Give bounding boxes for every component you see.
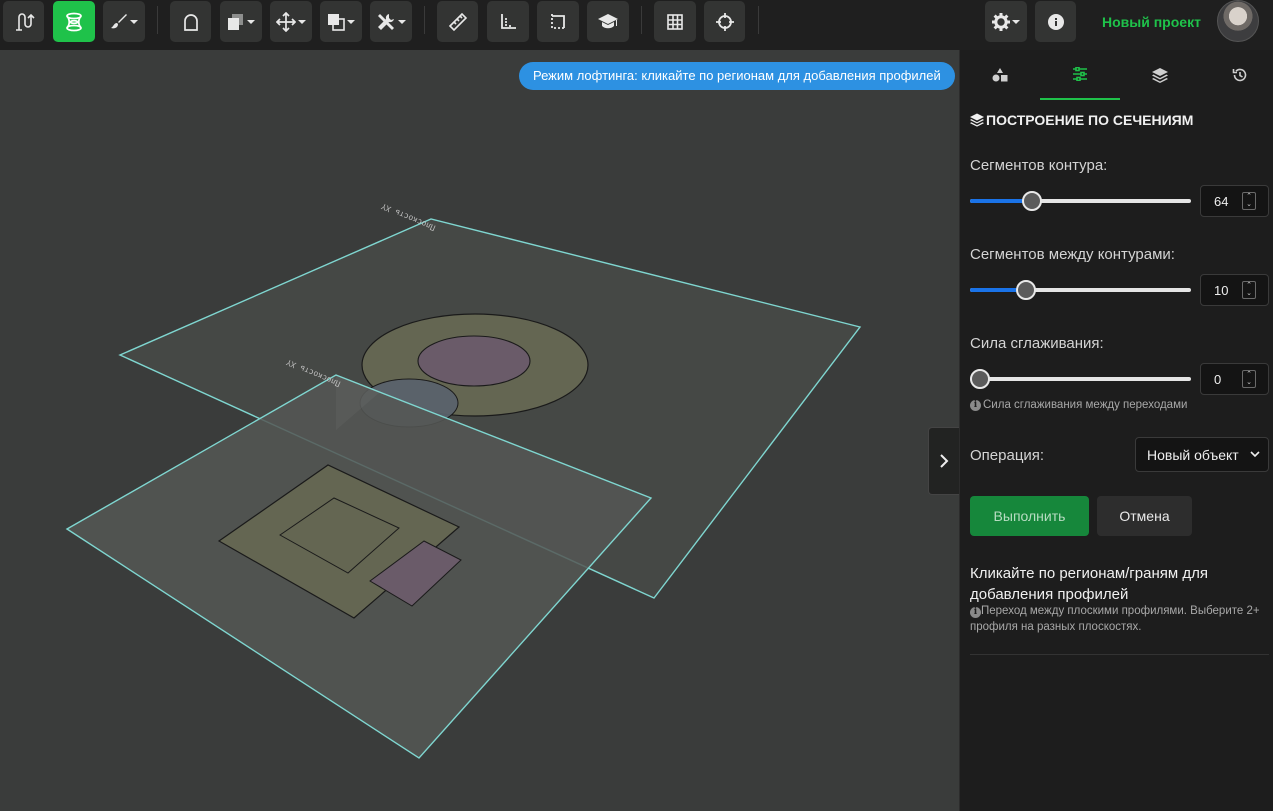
smoothing-value: 0 — [1214, 372, 1222, 387]
toolbar-divider — [157, 6, 158, 34]
instruction-hint-text: Переход между плоскими профилями. Выбери… — [970, 605, 1260, 633]
brush-button[interactable] — [103, 1, 145, 42]
scene-canvas[interactable]: Плоскость XY Плоскость XY — [0, 50, 959, 811]
shapes-icon — [992, 68, 1008, 82]
toolbar-divider — [424, 6, 425, 34]
sliders-icon — [1073, 67, 1087, 81]
duplicate-icon — [328, 13, 345, 31]
ruler-button[interactable] — [437, 1, 478, 42]
project-name[interactable]: Новый проект — [1102, 14, 1201, 30]
chevron-right-icon — [940, 454, 949, 468]
boolean-button[interactable] — [220, 1, 262, 42]
layers-icon — [970, 113, 984, 127]
contour-segments-label: Сегментов контура: — [970, 157, 1108, 174]
contour-segments-value: 64 — [1214, 194, 1229, 209]
inner-circle-profile[interactable] — [417, 335, 531, 387]
panel-tabs — [960, 50, 1273, 100]
sketch-extrude-icon — [15, 12, 35, 31]
smoothing-hint-text: Сила сглаживания между переходами — [983, 399, 1188, 411]
instruction-hint: i Переход между плоскими профилями. Выбер… — [970, 603, 1265, 635]
section-title: ПОСТРОЕНИЕ ПО СЕЧЕНИЯМ — [970, 112, 1193, 128]
slider-thumb[interactable] — [1016, 280, 1037, 300]
crosshair-icon — [715, 12, 734, 31]
slider-thumb[interactable] — [1022, 191, 1043, 211]
section-title-text: ПОСТРОЕНИЕ ПО СЕЧЕНИЯМ — [986, 112, 1194, 128]
spinner-arrows-icon[interactable]: ⌃ ⌄ — [1242, 192, 1256, 210]
angle-ruler-button[interactable] — [487, 1, 529, 42]
contour-segments-input[interactable]: 64 ⌃ ⌄ — [1200, 185, 1269, 217]
angle-ruler-icon — [501, 13, 516, 29]
tab-parameters[interactable] — [1040, 50, 1120, 100]
chevron-down-icon — [298, 19, 306, 24]
execute-button[interactable]: Выполнить — [970, 496, 1089, 536]
arch-button[interactable] — [170, 1, 211, 42]
collapse-panel-button[interactable] — [928, 427, 959, 495]
brush-icon — [111, 13, 127, 28]
history-icon — [1232, 68, 1247, 82]
between-segments-value: 10 — [1214, 283, 1229, 298]
smoothing-hint: i Сила сглаживания между переходами — [970, 399, 1187, 411]
panel-divider — [970, 654, 1269, 655]
chevron-down-icon — [398, 19, 406, 24]
move-icon — [276, 11, 296, 32]
between-segments-slider[interactable] — [970, 280, 1191, 300]
settings-button[interactable] — [985, 1, 1027, 42]
between-segments-input[interactable]: 10 ⌃ ⌄ — [1200, 274, 1269, 306]
spinner-arrows-icon[interactable]: ⌃ ⌄ — [1242, 281, 1256, 299]
graduation-cap-icon — [598, 13, 618, 28]
chevron-down-icon — [130, 19, 138, 24]
mode-banner: Режим лофтинга: кликайте по регионам для… — [519, 62, 955, 90]
operation-select[interactable]: Новый объект — [1135, 437, 1269, 472]
crop-frame-button[interactable] — [537, 1, 579, 42]
contour-segments-slider[interactable] — [970, 191, 1191, 211]
duplicate-button[interactable] — [320, 1, 362, 42]
chevron-down-icon — [1012, 19, 1020, 24]
toolbar-divider — [641, 6, 642, 34]
tab-history[interactable] — [1200, 50, 1273, 100]
spinner-arrows-icon[interactable]: ⌃ ⌄ — [1242, 370, 1256, 388]
app-window: Новый проект Плоскость XY Плоскость XY Р… — [0, 0, 1273, 811]
loft-icon — [66, 12, 82, 31]
between-segments-label: Сегментов между контурами: — [970, 246, 1175, 263]
boolean-icon — [228, 13, 243, 30]
toolbar-divider — [758, 6, 759, 34]
slider-thumb[interactable] — [970, 369, 990, 389]
learn-button[interactable] — [587, 1, 629, 42]
properties-panel: ПОСТРОЕНИЕ ПО СЕЧЕНИЯМ Сегментов контура… — [959, 50, 1273, 811]
chevron-down-icon — [247, 19, 255, 24]
grid-button[interactable] — [654, 1, 696, 42]
info-icon: i — [970, 399, 981, 411]
avatar[interactable] — [1217, 0, 1259, 42]
ruler-icon — [448, 12, 467, 31]
cancel-button[interactable]: Отмена — [1097, 496, 1192, 536]
chevron-down-icon — [1250, 451, 1260, 458]
snap-button[interactable] — [704, 1, 745, 42]
smoothing-label: Сила сглаживания: — [970, 335, 1104, 352]
arch-icon — [183, 13, 198, 31]
smoothing-input[interactable]: 0 ⌃ ⌄ — [1200, 363, 1269, 395]
layers-icon — [1152, 67, 1168, 83]
loft-button[interactable] — [53, 1, 95, 42]
info-icon: i — [970, 607, 981, 618]
3d-viewport[interactable]: Плоскость XY Плоскость XY Режим лофтинга… — [0, 50, 959, 811]
sketch-extrude-button[interactable] — [3, 1, 44, 42]
grid-icon — [667, 13, 683, 30]
tab-layers[interactable] — [1120, 50, 1200, 100]
upper-plane-label: Плоскость XY — [380, 202, 437, 233]
slider-track — [970, 377, 1191, 381]
info-icon — [1047, 13, 1064, 30]
operation-label: Операция: — [970, 447, 1045, 464]
smoothing-slider[interactable] — [970, 369, 1191, 389]
instruction-text: Кликайте по регионам/граням для добавлен… — [970, 565, 1208, 603]
crop-frame-icon — [551, 13, 566, 29]
move-button[interactable] — [270, 1, 312, 42]
main-toolbar: Новый проект — [0, 0, 1273, 50]
gear-icon — [992, 12, 1010, 31]
info-button[interactable] — [1035, 1, 1076, 42]
tab-shapes[interactable] — [960, 50, 1040, 100]
chevron-down-icon — [347, 19, 355, 24]
tools-button[interactable] — [370, 1, 412, 42]
tools-icon — [378, 13, 394, 30]
operation-selected-value: Новый объект — [1147, 446, 1239, 463]
